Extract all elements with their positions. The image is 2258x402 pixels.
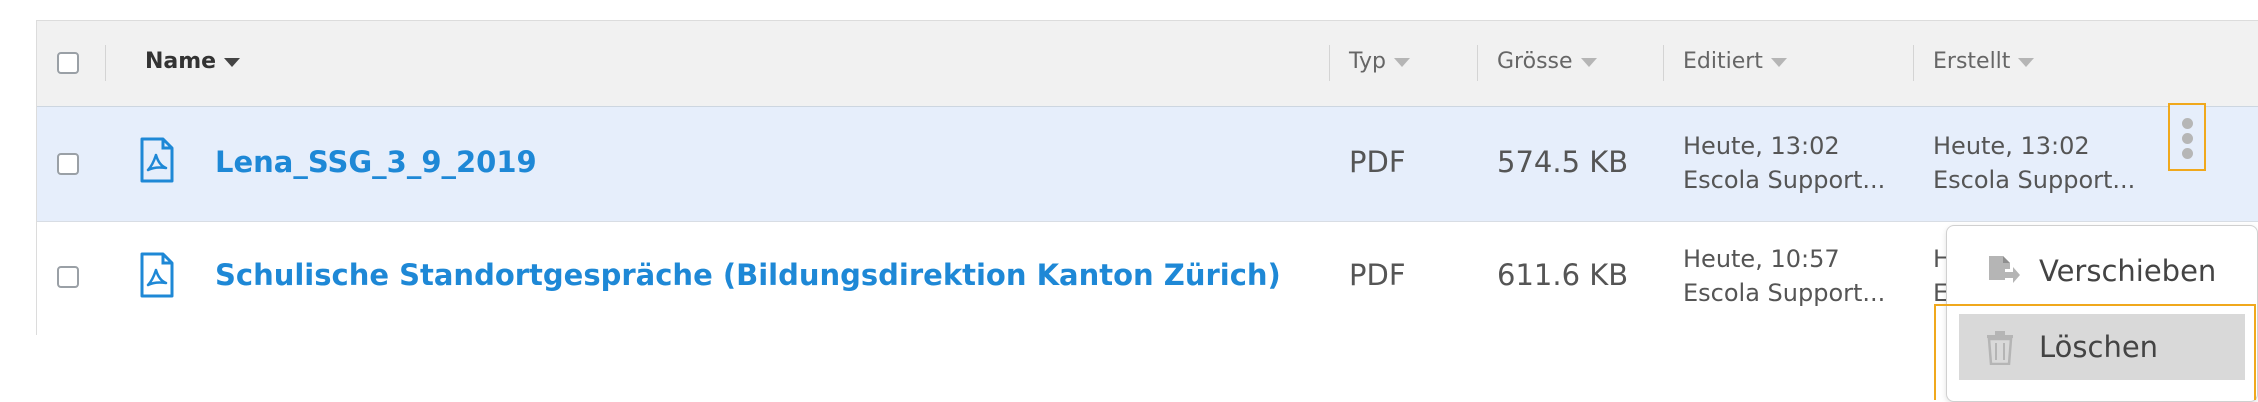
column-header-type-label: Typ: [1349, 49, 1386, 74]
column-header-edited[interactable]: Editiert: [1683, 49, 1787, 74]
file-table: Name Typ Grösse Editiert Erstellt Lena_S…: [36, 20, 2258, 336]
column-divider: [1663, 45, 1664, 81]
table-row[interactable]: Lena_SSG_3_9_2019 PDF 574.5 KB Heute, 13…: [37, 107, 2258, 222]
sort-caret-icon: [1770, 57, 1787, 67]
table-header: Name Typ Grösse Editiert Erstellt: [37, 21, 2258, 108]
sort-caret-icon: [224, 57, 241, 67]
edited-info: Heute, 10:57 Escola Support...: [1683, 242, 1885, 310]
edited-time: Heute, 10:57: [1683, 245, 1840, 273]
file-size: 574.5 KB: [1497, 145, 1629, 179]
sort-caret-icon: [1580, 57, 1597, 67]
edited-time: Heute, 13:02: [1683, 132, 1840, 160]
select-all-checkbox[interactable]: [57, 52, 79, 74]
row-checkbox[interactable]: [57, 153, 79, 175]
file-name-link[interactable]: Schulische Standortgespräche (Bildungsdi…: [215, 258, 1281, 292]
column-header-name[interactable]: Name: [145, 49, 241, 74]
column-divider: [1477, 45, 1478, 81]
column-divider: [1329, 45, 1330, 81]
file-type: PDF: [1349, 258, 1406, 292]
sort-caret-icon: [2018, 57, 2035, 67]
pdf-file-icon: [140, 252, 174, 298]
column-divider: [105, 45, 106, 81]
column-header-edited-label: Editiert: [1683, 49, 1763, 74]
file-size: 611.6 KB: [1497, 258, 1629, 292]
column-header-name-label: Name: [145, 49, 217, 74]
edited-by: Escola Support...: [1683, 166, 1886, 194]
column-header-size[interactable]: Grösse: [1497, 49, 1597, 74]
column-header-created-label: Erstellt: [1933, 49, 2011, 74]
menu-item-move[interactable]: Verschieben: [1947, 238, 2257, 304]
column-divider: [1913, 45, 1914, 81]
column-header-size-label: Grösse: [1497, 49, 1573, 74]
created-by: Escola Support...: [1933, 166, 2136, 194]
column-header-created[interactable]: Erstellt: [1933, 49, 2035, 74]
column-header-type[interactable]: Typ: [1349, 49, 1410, 74]
move-file-icon: [1989, 256, 2020, 283]
created-info: Heute, 13:02 Escola Support...: [1933, 129, 2135, 197]
edited-by: Escola Support...: [1683, 279, 1886, 307]
menu-item-move-label: Verschieben: [2039, 254, 2217, 288]
created-time: Heute, 13:02: [1933, 132, 2090, 160]
row-checkbox[interactable]: [57, 266, 79, 288]
edited-info: Heute, 13:02 Escola Support...: [1683, 129, 1885, 197]
table-row[interactable]: Schulische Standortgespräche (Bildungsdi…: [37, 222, 2258, 336]
pdf-file-icon: [140, 137, 174, 183]
more-actions-button[interactable]: [2168, 103, 2206, 171]
sort-caret-icon: [1394, 57, 1410, 67]
file-type: PDF: [1349, 145, 1406, 179]
focus-highlight: [1934, 304, 2256, 400]
file-name-link[interactable]: Lena_SSG_3_9_2019: [215, 145, 537, 179]
